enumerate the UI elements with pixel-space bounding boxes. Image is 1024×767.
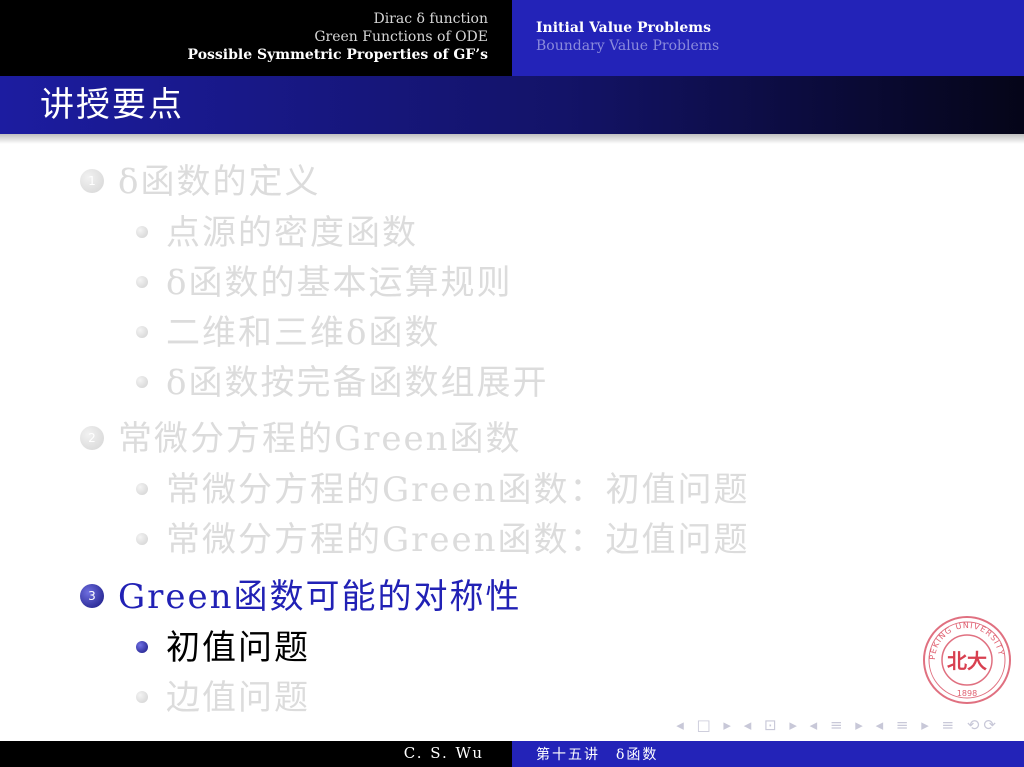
toc-subsection[interactable]: 点源的密度函数 <box>136 211 418 255</box>
toc-section-2-label: 常微分方程的Green函数 <box>118 419 522 459</box>
toc-section-1-label: δ函数的定义 <box>118 162 321 202</box>
title-shadow <box>0 134 1024 144</box>
header-section-dirac[interactable]: Dirac δ function <box>373 10 488 28</box>
toc-subsection-label: 点源的密度函数 <box>166 213 418 253</box>
footer-lecture: 第十五讲 δ函数 <box>536 747 659 763</box>
frame-title: 讲授要点 <box>40 85 184 125</box>
toc-subsection-label: 常微分方程的Green函数：初值问题 <box>166 470 750 510</box>
bullet-icon <box>136 533 148 545</box>
toc-subsection-label: 边值问题 <box>166 678 310 718</box>
toc-subsection-label: 常微分方程的Green函数：边值问题 <box>166 520 750 560</box>
section-number-3: 3 <box>80 584 104 608</box>
toc-subsection[interactable]: 常微分方程的Green函数：边值问题 <box>136 518 750 562</box>
header-left-sections: Dirac δ function Green Functions of ODE … <box>0 0 512 76</box>
footer-author: C. S. Wu <box>403 744 484 762</box>
university-seal-icon: PEKING UNIVERSITY 北大 1898 <box>923 616 1011 704</box>
header-subsection-initial[interactable]: Initial Value Problems <box>536 19 711 37</box>
header-subsection-boundary[interactable]: Boundary Value Problems <box>536 37 719 55</box>
footer-lecture-bar: 第十五讲 δ函数 <box>512 741 1024 767</box>
toc-section-2[interactable]: 2 常微分方程的Green函数 <box>80 417 522 461</box>
toc-subsection[interactable]: 边值问题 <box>136 676 310 720</box>
section-number-1: 1 <box>80 169 104 193</box>
toc-subsection[interactable]: δ函数按完备函数组展开 <box>136 361 548 405</box>
seal-year: 1898 <box>957 689 977 698</box>
toc-subsection-current[interactable]: 初值问题 <box>136 626 310 670</box>
toc-subsection-label: δ函数的基本运算规则 <box>166 263 513 303</box>
toc-subsection[interactable]: δ函数的基本运算规则 <box>136 261 512 305</box>
bullet-icon <box>136 641 148 653</box>
frame-title-bar: 讲授要点 <box>0 76 1024 134</box>
toc-subsection[interactable]: 二维和三维δ函数 <box>136 311 440 355</box>
toc-subsection-label: δ函数按完备函数组展开 <box>166 363 549 403</box>
section-number-2: 2 <box>80 426 104 450</box>
bullet-icon <box>136 376 148 388</box>
header-section-green-ode[interactable]: Green Functions of ODE <box>314 28 488 46</box>
header-section-symmetric[interactable]: Possible Symmetric Properties of GF’s <box>188 46 488 64</box>
beamer-navigation-icons[interactable]: ◂ □ ▸ ◂ ⊡ ▸ ◂ ≡ ▸ ◂ ≡ ▸ ≡ ⟲⟳ <box>676 716 1000 734</box>
footer-author-bar: C. S. Wu <box>0 741 512 767</box>
bullet-icon <box>136 691 148 703</box>
header-right-subsections: Initial Value Problems Boundary Value Pr… <box>512 0 1024 76</box>
bullet-icon <box>136 483 148 495</box>
seal-emblem: 北大 <box>947 649 987 673</box>
toc-section-1[interactable]: 1 δ函数的定义 <box>80 160 320 204</box>
toc-section-3[interactable]: 3 Green函数可能的对称性 <box>80 575 522 619</box>
bullet-icon <box>136 326 148 338</box>
bullet-icon <box>136 276 148 288</box>
toc-subsection-label: 初值问题 <box>166 628 310 668</box>
toc-subsection[interactable]: 常微分方程的Green函数：初值问题 <box>136 468 750 512</box>
toc-section-3-label: Green函数可能的对称性 <box>118 577 522 617</box>
bullet-icon <box>136 226 148 238</box>
toc-subsection-label: 二维和三维δ函数 <box>166 313 441 353</box>
